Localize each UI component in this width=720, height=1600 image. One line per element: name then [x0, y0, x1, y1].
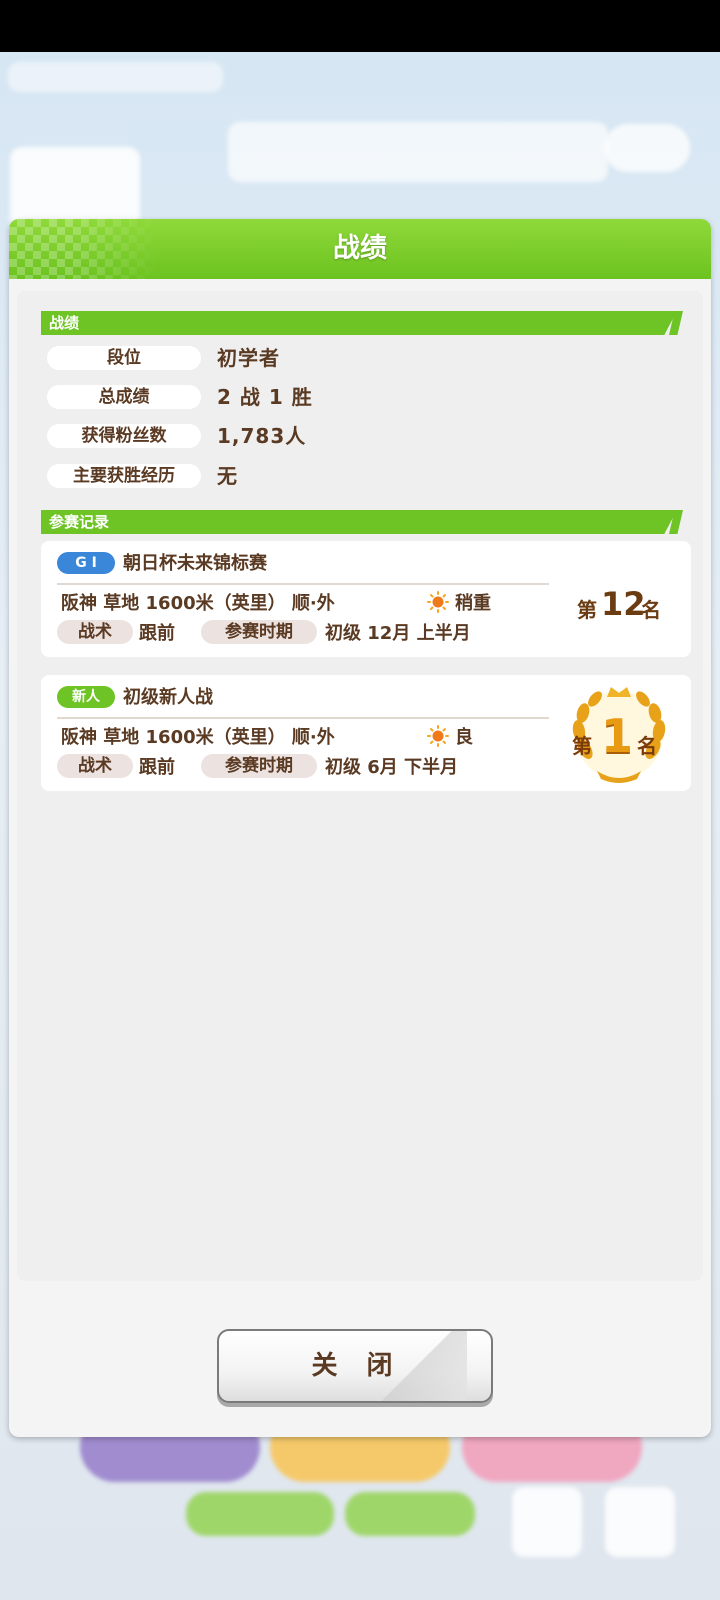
tactic-label: 战术: [57, 620, 133, 644]
period-label: 参赛时期: [201, 620, 317, 644]
race-card[interactable]: 新人 初级新人战 阪神 草地 1600米（英里） 顺·外 良 战术 跟前 参赛时…: [41, 675, 691, 791]
sun-icon: [427, 725, 449, 747]
bg-button: [345, 1492, 475, 1536]
bg-button: [605, 1487, 675, 1557]
section-title: 战绩: [49, 314, 80, 332]
period-value: 初级 6月 下半月: [325, 757, 459, 778]
tactic-value: 跟前: [139, 757, 175, 778]
section-title: 参赛记录: [49, 513, 110, 531]
rank-prefix: 第: [577, 598, 597, 622]
rank-number: 12: [601, 585, 646, 623]
period-value: 初级 12月 上半月: [325, 623, 471, 644]
bg-button: [512, 1487, 582, 1557]
close-button[interactable]: 关 闭: [217, 1329, 493, 1403]
period-label: 参赛时期: [201, 754, 317, 778]
tactic-label: 战术: [57, 754, 133, 778]
stat-label: 总成绩: [47, 385, 201, 409]
dialog-content[interactable]: 战绩 段位 初学者 总成绩 2 战 1 胜 获得粉丝数 1,783人 主要获胜经…: [17, 291, 703, 1281]
stat-value: 2 战 1 胜: [217, 385, 313, 409]
dialog-title: 战绩: [333, 233, 387, 264]
stat-label: 段位: [47, 346, 201, 370]
race-name: 初级新人战: [123, 687, 213, 708]
bg-panel: [604, 124, 690, 172]
grade-badge: G I: [57, 552, 115, 574]
bg-panel: [8, 62, 223, 92]
rank-number: 1: [601, 709, 634, 763]
bg-panel: [228, 122, 608, 182]
race-card[interactable]: G I 朝日杯未来锦标赛 阪神 草地 1600米（英里） 顺·外 稍重 战术 跟…: [41, 541, 691, 657]
status-bar: [0, 0, 720, 52]
rank-suffix: 名: [641, 598, 661, 622]
track-condition: 良: [455, 727, 473, 748]
section-header-record: 战绩: [41, 311, 677, 335]
rank-suffix: 名: [637, 734, 657, 758]
stat-value: 1,783人: [217, 424, 307, 448]
grade-badge: 新人: [57, 686, 115, 708]
track-condition: 稍重: [455, 593, 491, 614]
divider: [57, 717, 549, 719]
stat-value: 初学者: [217, 346, 280, 370]
sun-icon: [427, 591, 449, 613]
race-course: 阪神 草地 1600米（英里） 顺·外: [61, 727, 335, 748]
bg-button: [186, 1492, 334, 1536]
rank-prefix: 第: [572, 734, 592, 758]
race-record-dialog: 战绩 战绩 段位 初学者 总成绩 2 战 1 胜 获得粉丝数 1,783人 主要…: [9, 219, 711, 1437]
close-button-label: 关 闭: [311, 1351, 403, 1381]
race-course: 阪神 草地 1600米（英里） 顺·外: [61, 593, 335, 614]
stat-label: 获得粉丝数: [47, 424, 201, 448]
dialog-header: 战绩: [9, 219, 711, 279]
tactic-value: 跟前: [139, 623, 175, 644]
section-header-races: 参赛记录: [41, 510, 677, 534]
race-name: 朝日杯未来锦标赛: [123, 553, 267, 574]
divider: [57, 583, 549, 585]
stat-value: 无: [217, 464, 238, 488]
stat-label: 主要获胜经历: [47, 464, 201, 488]
